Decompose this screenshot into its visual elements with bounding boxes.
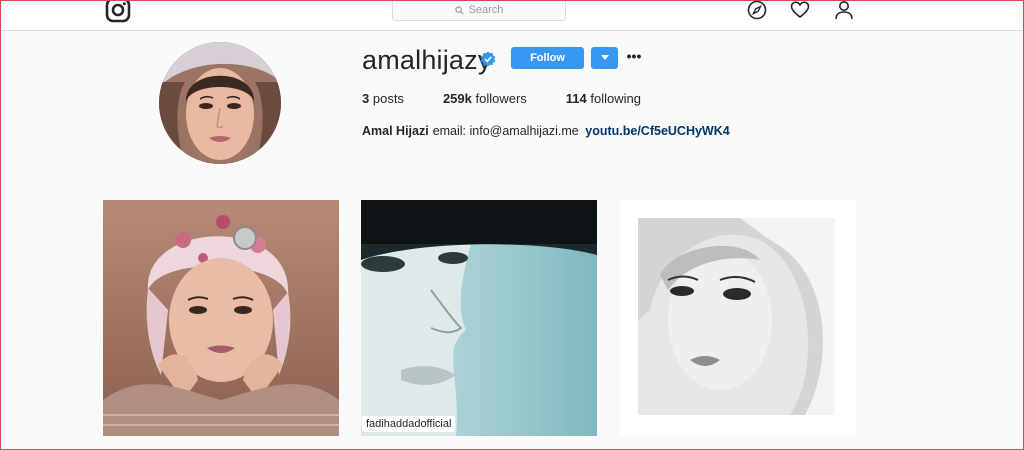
bio-link[interactable]: youtu.be/Cf5eUCHyWK4 [585, 124, 729, 138]
posts-count: 3 [362, 91, 370, 106]
posts-stat: 3 posts [362, 91, 404, 106]
followers-label: followers [475, 91, 527, 106]
more-options-button[interactable]: ••• [625, 48, 643, 68]
bio-text: email: info@amalhijazi.me [432, 124, 579, 138]
post-user-tag[interactable]: fadihaddadofficial [362, 416, 456, 432]
post-thumbnail-2[interactable] [361, 200, 597, 436]
compass-icon[interactable] [747, 0, 767, 20]
search-input[interactable]: Search [392, 0, 566, 21]
heart-icon[interactable] [790, 0, 810, 20]
profile-username: amalhijazy [362, 45, 492, 75]
followers-stat[interactable]: 259k followers [443, 91, 527, 106]
posts-label: posts [372, 91, 404, 106]
instagram-logo-icon[interactable] [104, 0, 132, 24]
user-icon[interactable] [834, 0, 854, 20]
following-stat[interactable]: 114 following [566, 91, 641, 106]
follow-button[interactable]: Follow [511, 47, 584, 69]
profile-bio: Amal Hijazi email: info@amalhijazi.me you… [362, 124, 730, 138]
profile-full-name: Amal Hijazi [362, 124, 429, 138]
post-thumbnail-1[interactable] [103, 200, 339, 436]
search-placeholder: Search [468, 4, 504, 16]
caret-down-icon [600, 55, 609, 60]
profile-stats: 3 posts 259k followers 114 following [362, 91, 680, 106]
verified-badge-icon [480, 51, 496, 67]
top-navigation-bar: Search [0, 0, 1024, 31]
following-count: 114 [565, 91, 587, 106]
suggestions-dropdown-button[interactable] [591, 47, 618, 69]
post-thumbnail-3[interactable] [620, 200, 856, 436]
search-icon [454, 5, 464, 15]
profile-avatar[interactable] [159, 42, 281, 164]
following-label: following [590, 91, 641, 106]
followers-count: 259k [442, 91, 472, 106]
